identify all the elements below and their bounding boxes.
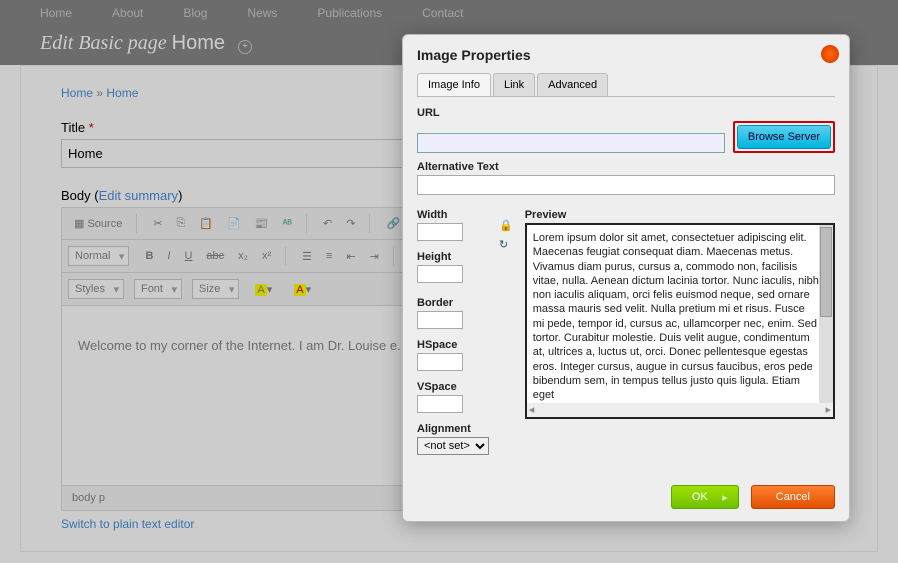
border-input[interactable] [417,311,463,329]
dialog-tabs: Image Info Link Advanced [417,73,835,97]
tab-advanced[interactable]: Advanced [537,73,608,96]
height-label: Height [417,251,487,263]
height-input[interactable] [417,265,463,283]
vspace-label: VSpace [417,381,487,393]
ok-button[interactable]: OK [671,485,739,509]
scrollbar-vertical[interactable] [819,225,833,403]
alt-input[interactable] [417,175,835,195]
cancel-button[interactable]: Cancel [751,485,835,509]
url-input[interactable] [417,133,725,153]
alt-label: Alternative Text [417,161,835,173]
tab-image-info[interactable]: Image Info [417,73,491,96]
browse-highlight: Browse Server [733,121,835,153]
browse-server-button[interactable]: Browse Server [737,125,831,149]
image-properties-dialog: Image Properties Image Info Link Advance… [402,34,850,522]
hspace-label: HSpace [417,339,487,351]
vspace-input[interactable] [417,395,463,413]
border-label: Border [417,297,487,309]
tab-link[interactable]: Link [493,73,535,96]
dialog-title: Image Properties [417,47,835,63]
alignment-label: Alignment [417,423,487,435]
url-label: URL [417,107,835,119]
width-input[interactable] [417,223,463,241]
hspace-input[interactable] [417,353,463,371]
alignment-select[interactable]: <not set> [417,437,489,455]
scrollbar-horizontal[interactable]: ◂▸ [527,403,833,417]
close-icon[interactable] [821,45,839,63]
width-label: Width [417,209,487,221]
reset-icon[interactable]: ↻ [499,238,513,251]
lock-icon[interactable]: 🔒 [499,219,513,232]
preview-area: Lorem ipsum dolor sit amet, consectetuer… [525,223,835,419]
preview-label: Preview [525,209,835,221]
